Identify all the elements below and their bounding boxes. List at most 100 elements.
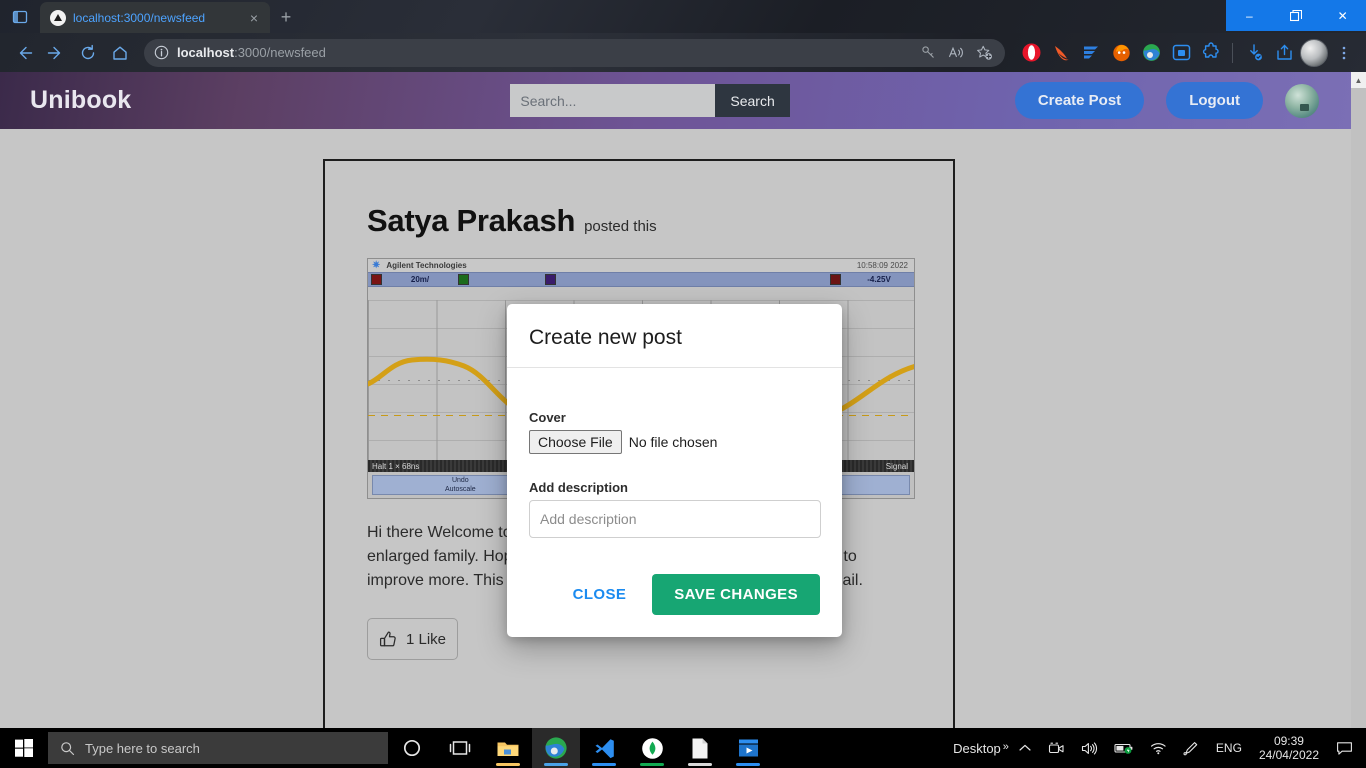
task-view-icon[interactable] bbox=[436, 728, 484, 768]
cover-label: Cover bbox=[529, 410, 566, 425]
description-label: Add description bbox=[529, 480, 628, 495]
cortana-icon[interactable] bbox=[388, 728, 436, 768]
url-host: localhost bbox=[177, 45, 235, 60]
firefox-icon[interactable] bbox=[1107, 39, 1135, 67]
screenshot-icon[interactable] bbox=[1167, 39, 1195, 67]
tray-desktop-label[interactable]: Desktop » bbox=[943, 741, 1009, 756]
reload-icon[interactable] bbox=[72, 38, 104, 68]
scope-channel-bar: 20m/ -4.25V bbox=[368, 272, 914, 287]
downloads-icon[interactable] bbox=[1240, 39, 1268, 67]
cover-file-input[interactable]: Choose File No file chosen bbox=[529, 430, 820, 454]
scope-btn1-line1: Undo bbox=[451, 477, 469, 484]
movies-tv-icon[interactable] bbox=[724, 728, 772, 768]
editor-icon[interactable] bbox=[1077, 39, 1105, 67]
taskbar-search-placeholder: Type here to search bbox=[85, 740, 200, 756]
agilent-logo-icon: ✷ bbox=[372, 260, 381, 271]
close-icon[interactable]: × bbox=[244, 10, 264, 26]
desktop-text: Desktop bbox=[953, 740, 1001, 756]
new-tab-button[interactable]: + bbox=[270, 2, 302, 33]
notification-icon[interactable] bbox=[1329, 728, 1360, 768]
info-icon[interactable] bbox=[154, 45, 169, 60]
app-brand[interactable]: Unibook bbox=[30, 86, 131, 115]
search-button[interactable]: Search bbox=[715, 84, 790, 117]
choose-file-button[interactable]: Choose File bbox=[529, 430, 622, 454]
create-post-button[interactable]: Create Post bbox=[1014, 82, 1145, 119]
browser-window: localhost:3000/newsfeed × + – ✕ localhos… bbox=[0, 0, 1366, 768]
chevron-up-icon[interactable] bbox=[1011, 728, 1039, 768]
language-indicator[interactable]: ENG bbox=[1209, 728, 1249, 768]
extensions-bar bbox=[1013, 38, 1358, 67]
camera-icon[interactable] bbox=[1041, 728, 1072, 768]
url-text: localhost:3000/newsfeed bbox=[177, 45, 326, 60]
logout-button[interactable]: Logout bbox=[1166, 82, 1263, 119]
search-input[interactable] bbox=[510, 84, 716, 117]
like-button[interactable]: 1 Like bbox=[367, 618, 458, 660]
profile-avatar-icon[interactable] bbox=[1300, 38, 1328, 67]
description-input[interactable] bbox=[529, 500, 821, 538]
scope-vendor: Agilent Technologies bbox=[386, 261, 467, 270]
taskbar-clock[interactable]: 09:39 24/04/2022 bbox=[1251, 734, 1327, 762]
battery-icon[interactable] bbox=[1107, 728, 1141, 768]
extensions-puzzle-icon[interactable] bbox=[1197, 39, 1225, 67]
browser-tab[interactable]: localhost:3000/newsfeed × bbox=[40, 2, 270, 33]
swift-icon[interactable] bbox=[1047, 39, 1075, 67]
channel-1-scale: 20m/ bbox=[410, 275, 430, 284]
modal-header: Create new post bbox=[507, 304, 842, 368]
header-actions: Create Post Logout bbox=[1014, 82, 1351, 119]
earth-icon[interactable] bbox=[1137, 39, 1165, 67]
key-icon[interactable] bbox=[915, 40, 941, 66]
modal-footer: CLOSE SAVE CHANGES bbox=[507, 574, 842, 637]
search-icon bbox=[61, 741, 75, 755]
document-icon[interactable] bbox=[676, 728, 724, 768]
minimize-button[interactable]: – bbox=[1226, 0, 1273, 31]
page-viewport: Unibook Search Create Post Logout Satya … bbox=[0, 72, 1366, 728]
scope-btn1-line2: Autoscale bbox=[444, 486, 476, 493]
share-icon[interactable] bbox=[1270, 39, 1298, 67]
opera-icon[interactable] bbox=[1017, 39, 1045, 67]
trigger-value: -4.25V bbox=[867, 275, 891, 284]
windows-start-icon[interactable] bbox=[0, 728, 48, 768]
page-scrollbar[interactable]: ▲ bbox=[1351, 72, 1366, 728]
url-path: :3000/newsfeed bbox=[234, 45, 326, 60]
scope-signal-label: Signal bbox=[885, 461, 908, 471]
address-bar[interactable]: localhost:3000/newsfeed bbox=[144, 38, 1005, 67]
home-icon[interactable] bbox=[104, 38, 136, 68]
taskbar-search[interactable]: Type here to search bbox=[48, 732, 388, 764]
forward-icon[interactable] bbox=[40, 38, 72, 68]
microsoft-edge-icon[interactable] bbox=[532, 728, 580, 768]
channel-2-chip-icon bbox=[458, 274, 469, 285]
avatar[interactable] bbox=[1285, 83, 1319, 118]
read-aloud-icon[interactable] bbox=[943, 40, 969, 66]
post-header: Satya Prakash posted this bbox=[367, 203, 913, 239]
add-favorite-icon[interactable] bbox=[971, 40, 997, 66]
overflow-icon[interactable]: » bbox=[1003, 741, 1009, 753]
close-button[interactable]: CLOSE bbox=[559, 577, 641, 612]
pen-icon[interactable] bbox=[1176, 728, 1207, 768]
toolbar-divider bbox=[1232, 42, 1233, 63]
clock-date: 24/04/2022 bbox=[1258, 748, 1319, 762]
scrollbar-thumb[interactable] bbox=[1351, 88, 1366, 608]
settings-more-icon[interactable] bbox=[1330, 39, 1358, 67]
close-window-button[interactable]: ✕ bbox=[1319, 0, 1366, 31]
tab-actions-icon[interactable] bbox=[0, 0, 40, 33]
file-explorer-icon[interactable] bbox=[484, 728, 532, 768]
vs-code-icon[interactable] bbox=[580, 728, 628, 768]
omnibox-actions bbox=[915, 40, 997, 66]
maximize-icon[interactable] bbox=[1273, 0, 1320, 31]
save-changes-button[interactable]: SAVE CHANGES bbox=[652, 574, 820, 615]
scope-status-text: Halt 1 × 68ns bbox=[372, 461, 420, 471]
volume-icon[interactable] bbox=[1074, 728, 1105, 768]
channel-3-chip-icon bbox=[545, 274, 556, 285]
system-tray: Desktop » ENG 09:39 24/04/2022 bbox=[943, 728, 1366, 768]
wifi-icon[interactable] bbox=[1143, 728, 1174, 768]
like-count-label: 1 Like bbox=[405, 630, 447, 648]
back-icon[interactable] bbox=[8, 38, 40, 68]
selected-file-name: No file chosen bbox=[628, 434, 718, 450]
scroll-up-arrow-icon[interactable]: ▲ bbox=[1351, 72, 1366, 88]
modal-body: Cover Choose File No file chosen Add des… bbox=[507, 368, 842, 574]
trigger-chip-icon bbox=[830, 274, 841, 285]
post-author[interactable]: Satya Prakash bbox=[367, 203, 575, 239]
app-header: Unibook Search Create Post Logout bbox=[0, 72, 1351, 129]
triangle-icon bbox=[50, 9, 66, 26]
mongodb-compass-icon[interactable] bbox=[628, 728, 676, 768]
